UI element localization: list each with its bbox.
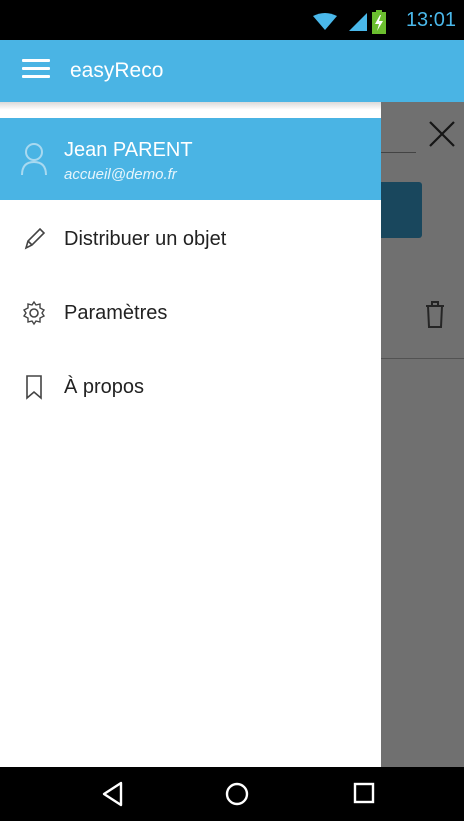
recents-icon[interactable] bbox=[352, 781, 376, 805]
hamburger-menu-icon[interactable] bbox=[22, 59, 50, 83]
drawer-top-shadow bbox=[0, 102, 381, 110]
navigation-drawer: Jean PARENT accueil@demo.fr Distribuer u… bbox=[0, 102, 381, 767]
drawer-item-label: À propos bbox=[64, 376, 145, 398]
status-bar: 13:01 bbox=[0, 0, 464, 40]
signal-icon bbox=[349, 13, 367, 31]
drawer-item-distribuer[interactable]: Distribuer un objet bbox=[0, 209, 381, 269]
drawer-item-label: Distribuer un objet bbox=[64, 228, 227, 250]
drawer-item-label: Paramètres bbox=[64, 302, 168, 324]
wifi-icon bbox=[313, 13, 337, 30]
drawer-item-parametres[interactable]: Paramètres bbox=[0, 283, 381, 343]
person-icon bbox=[21, 143, 47, 176]
app-bar: easyReco bbox=[0, 40, 464, 102]
battery-charging-icon bbox=[372, 10, 386, 34]
gear-icon bbox=[22, 300, 46, 326]
screen: 13:01 easyReco Jean PARENT accueil@demo.… bbox=[0, 0, 464, 821]
pencil-icon bbox=[24, 227, 46, 250]
app-title: easyReco bbox=[70, 59, 164, 82]
back-icon[interactable] bbox=[101, 781, 125, 807]
user-name: Jean PARENT bbox=[64, 139, 193, 161]
system-nav-bar bbox=[0, 767, 464, 821]
drawer-item-apropos[interactable]: À propos bbox=[0, 357, 381, 417]
drawer-header[interactable]: Jean PARENT accueil@demo.fr bbox=[0, 118, 381, 200]
bookmark-icon bbox=[26, 375, 42, 400]
home-icon[interactable] bbox=[224, 781, 250, 807]
status-clock: 13:01 bbox=[405, 9, 456, 31]
user-email: accueil@demo.fr bbox=[64, 166, 177, 183]
